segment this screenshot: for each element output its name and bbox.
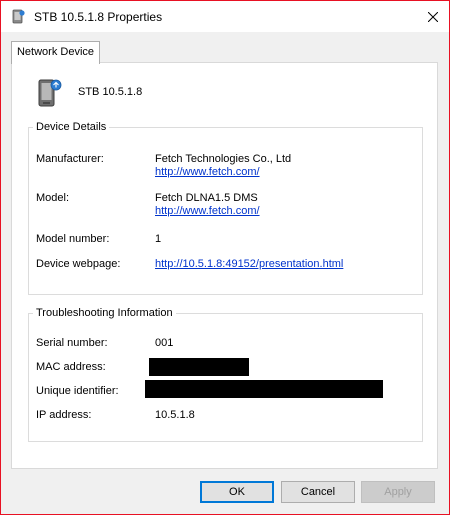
device-details-group: Device Details Manufacturer: Fetch Techn… [28,120,423,295]
close-icon [427,11,438,22]
model-label: Model: [36,192,70,204]
cancel-button[interactable]: Cancel [281,481,355,503]
ip-address-label: IP address: [36,409,92,421]
title-bar[interactable]: STB 10.5.1.8 Properties [1,1,449,32]
serial-number-label: Serial number: [36,337,108,349]
manufacturer-value: Fetch Technologies Co., Ltd [155,153,292,165]
model-number-label: Model number: [36,233,110,245]
device-webpage-label: Device webpage: [36,258,121,270]
device-webpage-link[interactable]: http://10.5.1.8:49152/presentation.html [155,257,343,271]
model-link[interactable]: http://www.fetch.com/ [155,204,260,218]
mac-address-label: MAC address: [36,361,106,373]
tab-panel: STB 10.5.1.8 Device Details Manufacturer… [11,62,438,469]
device-details-title: Device Details [33,120,110,134]
window-title: STB 10.5.1.8 Properties [34,10,163,24]
mac-address-redacted [149,358,249,376]
ok-button[interactable]: OK [200,481,274,503]
manufacturer-link[interactable]: http://www.fetch.com/ [155,165,260,179]
serial-number-value: 001 [155,337,174,349]
unique-identifier-redacted [145,380,383,398]
tab-network-device[interactable]: Network Device [11,41,100,64]
close-button[interactable] [416,1,449,32]
app-icon [12,9,25,24]
manufacturer-label: Manufacturer: [36,153,104,165]
unique-identifier-label: Unique identifier: [36,385,119,397]
ip-address-value: 10.5.1.8 [155,409,195,421]
model-value: Fetch DLNA1.5 DMS [155,192,258,204]
properties-dialog: STB 10.5.1.8 Properties Network Device S… [0,0,450,515]
troubleshooting-title: Troubleshooting Information [33,306,176,320]
model-number-value: 1 [155,233,162,245]
troubleshooting-group: Troubleshooting Information Serial numbe… [28,306,423,442]
network-media-device-icon [38,79,62,107]
apply-button[interactable]: Apply [361,481,435,503]
device-name: STB 10.5.1.8 [78,86,143,98]
